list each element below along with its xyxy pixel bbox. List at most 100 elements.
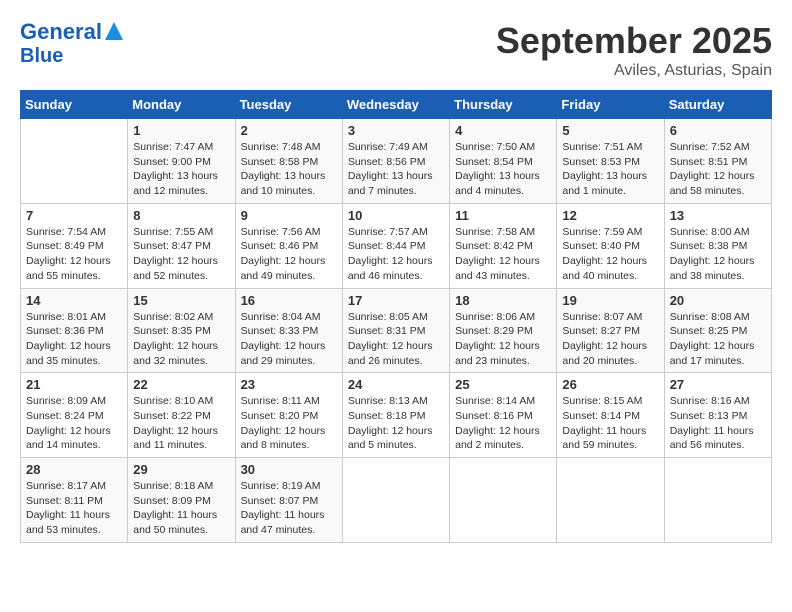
calendar-cell: 18 Sunrise: 8:06 AMSunset: 8:29 PMDayligh…: [450, 288, 557, 373]
day-number: 17: [348, 293, 444, 308]
day-number: 29: [133, 462, 229, 477]
month-title: September 2025: [496, 20, 772, 62]
cell-info: Sunrise: 7:54 AMSunset: 8:49 PMDaylight:…: [26, 225, 122, 284]
day-number: 9: [241, 208, 337, 223]
calendar-cell: 4Sunrise: 7:50 AMSunset: 8:54 PMDaylight…: [450, 119, 557, 204]
page-header: General Blue September 2025 Aviles, Astu…: [20, 20, 772, 80]
day-number: 16: [241, 293, 337, 308]
calendar-cell: 6 Sunrise: 7:52 AMSunset: 8:51 PMDaylight…: [664, 119, 771, 204]
logo: General Blue: [20, 20, 123, 67]
cell-info: Sunrise: 8:06 AMSunset: 8:29 PMDaylight:…: [455, 310, 551, 369]
day-number: 2: [241, 123, 337, 138]
day-number: 28: [26, 462, 122, 477]
cell-info: Sunrise: 8:10 AMSunset: 8:22 PMDaylight:…: [133, 394, 229, 453]
calendar-cell: 19Sunrise: 8:07 AMSunset: 8:27 PMDayligh…: [557, 288, 664, 373]
day-number: 8: [133, 208, 229, 223]
day-number: 11: [455, 208, 551, 223]
day-number: 4: [455, 123, 551, 138]
cell-info: Sunrise: 7:57 AMSunset: 8:44 PMDaylight:…: [348, 225, 444, 284]
cell-info: Sunrise: 7:49 AMSunset: 8:56 PMDaylight:…: [348, 140, 444, 199]
calendar-table: SundayMondayTuesdayWednesdayThursdayFrid…: [20, 90, 772, 543]
cell-info: Sunrise: 8:05 AMSunset: 8:31 PMDaylight:…: [348, 310, 444, 369]
cell-info: Sunrise: 8:08 AMSunset: 8:25 PMDaylight:…: [670, 310, 766, 369]
calendar-cell: 15 Sunrise: 8:02 AMSunset: 8:35 PMDayligh…: [128, 288, 235, 373]
day-number: 21: [26, 377, 122, 392]
cell-info: Sunrise: 8:19 AMSunset: 8:07 PMDaylight:…: [241, 479, 337, 538]
cell-info: Sunrise: 8:15 AMSunset: 8:14 PMDaylight:…: [562, 394, 658, 453]
day-number: 14: [26, 293, 122, 308]
day-number: 13: [670, 208, 766, 223]
title-section: September 2025 Aviles, Asturias, Spain: [496, 20, 772, 80]
day-number: 23: [241, 377, 337, 392]
calendar-cell: 1 Sunrise: 7:47 AMSunset: 9:00 PMDaylight…: [128, 119, 235, 204]
calendar-cell: 20Sunrise: 8:08 AMSunset: 8:25 PMDayligh…: [664, 288, 771, 373]
cell-info: Sunrise: 8:04 AMSunset: 8:33 PMDaylight:…: [241, 310, 337, 369]
cell-info: Sunrise: 7:52 AMSunset: 8:51 PMDaylight:…: [670, 140, 766, 199]
cell-info: Sunrise: 7:59 AMSunset: 8:40 PMDaylight:…: [562, 225, 658, 284]
day-header-wednesday: Wednesday: [342, 91, 449, 119]
cell-info: Sunrise: 7:47 AMSunset: 9:00 PMDaylight:…: [133, 140, 229, 199]
calendar-cell: 26Sunrise: 8:15 AMSunset: 8:14 PMDayligh…: [557, 373, 664, 458]
calendar-cell: [664, 458, 771, 543]
cell-info: Sunrise: 8:09 AMSunset: 8:24 PMDaylight:…: [26, 394, 122, 453]
calendar-week-row: 7 Sunrise: 7:54 AMSunset: 8:49 PMDaylight…: [21, 203, 772, 288]
calendar-cell: 2 Sunrise: 7:48 AMSunset: 8:58 PMDaylight…: [235, 119, 342, 204]
calendar-cell: 14 Sunrise: 8:01 AMSunset: 8:36 PMDayligh…: [21, 288, 128, 373]
day-number: 19: [562, 293, 658, 308]
calendar-cell: 29 Sunrise: 8:18 AMSunset: 8:09 PMDayligh…: [128, 458, 235, 543]
calendar-cell: 9 Sunrise: 7:56 AMSunset: 8:46 PMDaylight…: [235, 203, 342, 288]
logo-line2: Blue: [20, 45, 123, 67]
calendar-cell: 16 Sunrise: 8:04 AMSunset: 8:33 PMDayligh…: [235, 288, 342, 373]
calendar-cell: [342, 458, 449, 543]
cell-info: Sunrise: 8:11 AMSunset: 8:20 PMDaylight:…: [241, 394, 337, 453]
day-number: 5: [562, 123, 658, 138]
calendar-cell: [450, 458, 557, 543]
cell-info: Sunrise: 7:55 AMSunset: 8:47 PMDaylight:…: [133, 225, 229, 284]
calendar-cell: 8 Sunrise: 7:55 AMSunset: 8:47 PMDaylight…: [128, 203, 235, 288]
calendar-week-row: 21 Sunrise: 8:09 AMSunset: 8:24 PMDayligh…: [21, 373, 772, 458]
cell-info: Sunrise: 8:16 AMSunset: 8:13 PMDaylight:…: [670, 394, 766, 453]
day-number: 1: [133, 123, 229, 138]
day-number: 27: [670, 377, 766, 392]
day-number: 3: [348, 123, 444, 138]
calendar-cell: 17 Sunrise: 8:05 AMSunset: 8:31 PMDayligh…: [342, 288, 449, 373]
calendar-cell: 30Sunrise: 8:19 AMSunset: 8:07 PMDayligh…: [235, 458, 342, 543]
calendar-cell: [21, 119, 128, 204]
cell-info: Sunrise: 8:13 AMSunset: 8:18 PMDaylight:…: [348, 394, 444, 453]
calendar-header-row: SundayMondayTuesdayWednesdayThursdayFrid…: [21, 91, 772, 119]
day-number: 12: [562, 208, 658, 223]
calendar-week-row: 28 Sunrise: 8:17 AMSunset: 8:11 PMDayligh…: [21, 458, 772, 543]
calendar-cell: 28 Sunrise: 8:17 AMSunset: 8:11 PMDayligh…: [21, 458, 128, 543]
day-number: 10: [348, 208, 444, 223]
calendar-week-row: 14 Sunrise: 8:01 AMSunset: 8:36 PMDayligh…: [21, 288, 772, 373]
cell-info: Sunrise: 8:18 AMSunset: 8:09 PMDaylight:…: [133, 479, 229, 538]
logo-icon: [105, 22, 123, 40]
day-number: 18: [455, 293, 551, 308]
calendar-cell: 13 Sunrise: 8:00 AMSunset: 8:38 PMDayligh…: [664, 203, 771, 288]
calendar-cell: 3 Sunrise: 7:49 AMSunset: 8:56 PMDaylight…: [342, 119, 449, 204]
cell-info: Sunrise: 8:01 AMSunset: 8:36 PMDaylight:…: [26, 310, 122, 369]
day-number: 15: [133, 293, 229, 308]
cell-info: Sunrise: 7:56 AMSunset: 8:46 PMDaylight:…: [241, 225, 337, 284]
day-number: 22: [133, 377, 229, 392]
calendar-cell: 27 Sunrise: 8:16 AMSunset: 8:13 PMDayligh…: [664, 373, 771, 458]
calendar-cell: 23 Sunrise: 8:11 AMSunset: 8:20 PMDayligh…: [235, 373, 342, 458]
location: Aviles, Asturias, Spain: [496, 62, 772, 80]
cell-info: Sunrise: 8:14 AMSunset: 8:16 PMDaylight:…: [455, 394, 551, 453]
day-header-monday: Monday: [128, 91, 235, 119]
calendar-cell: 10 Sunrise: 7:57 AMSunset: 8:44 PMDayligh…: [342, 203, 449, 288]
logo-text: General: [20, 20, 102, 44]
calendar-cell: 7 Sunrise: 7:54 AMSunset: 8:49 PMDaylight…: [21, 203, 128, 288]
cell-info: Sunrise: 8:00 AMSunset: 8:38 PMDaylight:…: [670, 225, 766, 284]
day-number: 6: [670, 123, 766, 138]
calendar-cell: 21 Sunrise: 8:09 AMSunset: 8:24 PMDayligh…: [21, 373, 128, 458]
cell-info: Sunrise: 8:17 AMSunset: 8:11 PMDaylight:…: [26, 479, 122, 538]
calendar-cell: 12 Sunrise: 7:59 AMSunset: 8:40 PMDayligh…: [557, 203, 664, 288]
cell-info: Sunrise: 7:48 AMSunset: 8:58 PMDaylight:…: [241, 140, 337, 199]
day-number: 7: [26, 208, 122, 223]
calendar-cell: 22 Sunrise: 8:10 AMSunset: 8:22 PMDayligh…: [128, 373, 235, 458]
cell-info: Sunrise: 8:02 AMSunset: 8:35 PMDaylight:…: [133, 310, 229, 369]
calendar-cell: [557, 458, 664, 543]
calendar-cell: 5Sunrise: 7:51 AMSunset: 8:53 PMDaylight…: [557, 119, 664, 204]
day-header-thursday: Thursday: [450, 91, 557, 119]
